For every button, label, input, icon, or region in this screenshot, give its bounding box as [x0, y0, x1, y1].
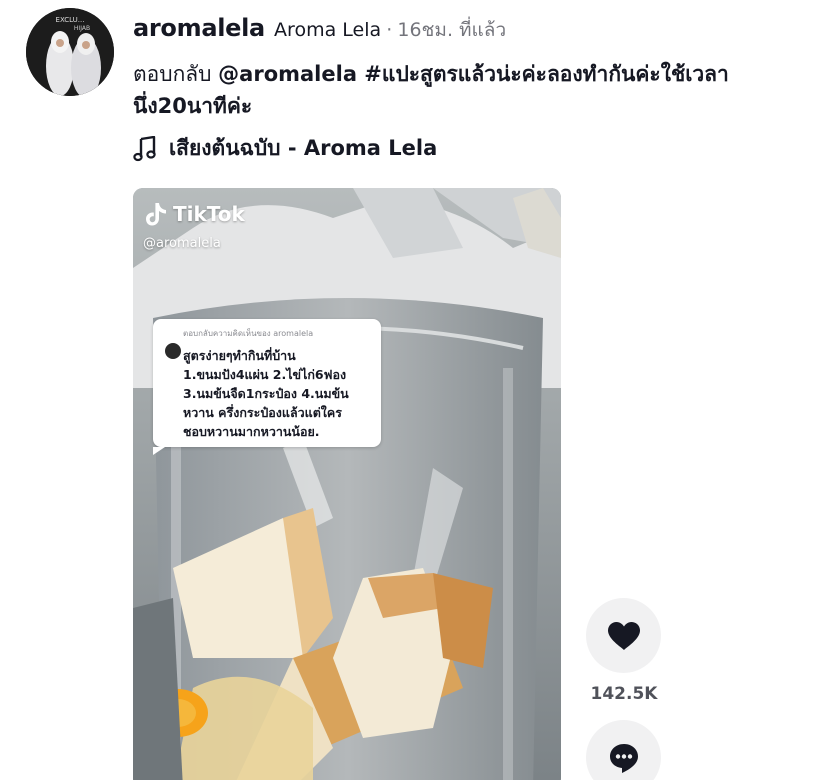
caption-prefix: ตอบกลับ	[133, 62, 219, 86]
tiktok-wordmark: TikTok	[173, 202, 245, 226]
heart-icon	[607, 621, 640, 650]
tiktok-logo-icon	[146, 203, 166, 226]
author-username[interactable]: aromalela	[133, 14, 265, 42]
caption-mention-link[interactable]: @aromalela	[218, 62, 357, 86]
comment-icon	[609, 743, 638, 773]
post-caption: ตอบกลับ @aromalela #แปะสูตรแล้วน่ะค่ะลอง…	[133, 58, 813, 122]
video-handle: @aromalela	[143, 236, 221, 251]
like-count: 142.5K	[590, 684, 658, 704]
music-link[interactable]: เสียงต้นฉบับ - Aroma Lela	[133, 132, 437, 165]
header-separator: ·	[386, 19, 393, 41]
post-time: 16ชม. ที่แล้ว	[397, 19, 507, 41]
video-frame	[133, 188, 561, 780]
post-header: aromalela Aroma Lela · 16ชม. ที่แล้ว	[133, 14, 506, 45]
like-button[interactable]	[586, 598, 661, 673]
caption-hashtag-link[interactable]: #แปะสูตรแล้วน่ะค่ะลองทำกันค่ะใช้เวลา	[357, 62, 729, 86]
video-player[interactable]: TikTok @aromalela ตอบกลับความคิดเห็นของ …	[133, 188, 561, 780]
comment-button[interactable]	[586, 720, 661, 780]
reply-avatar	[165, 343, 181, 359]
caption-hashtag-continuation[interactable]: นึ่ง20นาทีค่ะ	[133, 94, 252, 118]
avatar-brand-sub: HIJAB	[74, 25, 90, 32]
avatar-image: EXCLU... HIJAB	[26, 8, 114, 96]
reply-card-body: สูตรง่ายๆทำกินที่บ้าน 1.ขนมปัง4แผ่น 2.ไข…	[183, 348, 349, 439]
avatar-brand-text: EXCLU...	[56, 16, 85, 24]
author-nickname[interactable]: Aroma Lela	[274, 19, 381, 41]
tiktok-watermark: TikTok	[145, 202, 245, 226]
author-avatar[interactable]: EXCLU... HIJAB	[26, 8, 114, 96]
reply-card-header: ตอบกลับความคิดเห็นของ aromalela	[183, 329, 314, 338]
music-note-icon	[133, 135, 156, 161]
music-title: เสียงต้นฉบับ - Aroma Lela	[169, 136, 438, 160]
reply-comment-card: ตอบกลับความคิดเห็นของ aromalela สูตรง่าย…	[153, 319, 381, 455]
